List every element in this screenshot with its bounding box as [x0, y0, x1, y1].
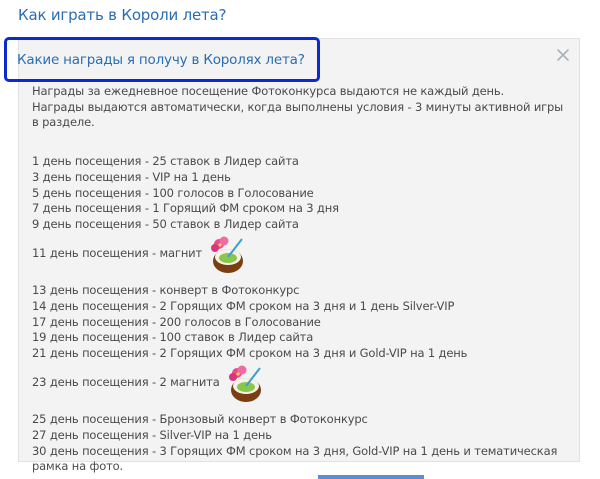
- reward-line-label: 11 день посещения - магнит: [32, 246, 203, 261]
- coconut-magnet-icon: [211, 236, 244, 273]
- faq-answer: Награды за ежедневное посещение Фотоконк…: [32, 84, 564, 475]
- reward-line: рамка на фото.: [32, 459, 124, 474]
- reward-line: 14 день посещения - 2 Горящих ФМ сроком …: [32, 298, 455, 313]
- intro-line: Награды за ежедневное посещение Фотоконк…: [32, 84, 505, 98]
- coconut-magnet-icon: [228, 365, 261, 402]
- reward-line: 17 день посещения - 200 голосов в Голосо…: [32, 314, 321, 329]
- bottom-button-edge[interactable]: [318, 475, 424, 479]
- reward-line: 5 день посещения - 100 голосов в Голосов…: [32, 185, 314, 200]
- reward-line: 1 день посещения - 25 ставок в Лидер сай…: [32, 154, 299, 169]
- title-highlight-frame: [4, 37, 320, 82]
- reward-line: 7 день посещения - 1 Горящий ФМ сроком н…: [32, 201, 339, 216]
- reward-line: 21 день посещения - 2 Горящих ФМ сроком …: [32, 345, 468, 360]
- reward-line-label: 23 день посещения - 2 магнита: [32, 375, 220, 390]
- reward-line: 9 день посещения - 50 ставок в Лидер сай…: [32, 216, 299, 231]
- how-to-play-link[interactable]: Как играть в Короли лета?: [18, 6, 227, 24]
- reward-line: 13 день посещения - конверт в Фотоконкур…: [32, 283, 300, 298]
- reward-line: 30 день посещения - 3 Горящих ФМ сроком …: [32, 443, 558, 458]
- reward-line: 25 день посещения - Бронзовый конверт в …: [32, 412, 368, 427]
- reward-line: 3 день посещения - VIP на 1 день: [32, 169, 231, 184]
- reward-line-magnets: 23 день посещения - 2 магнита: [32, 361, 562, 404]
- reward-line: 19 день посещения - 100 ставок в Лидер с…: [32, 330, 314, 345]
- reward-line: 27 день посещения - Silver-VIP на 1 день: [32, 427, 272, 442]
- close-icon[interactable]: [556, 48, 570, 62]
- reward-line-magnet: 11 день посещения - магнит: [32, 232, 562, 275]
- intro-line: Награды выдаются автоматически, когда вы…: [32, 99, 564, 114]
- intro-line: в разделе.: [32, 115, 95, 130]
